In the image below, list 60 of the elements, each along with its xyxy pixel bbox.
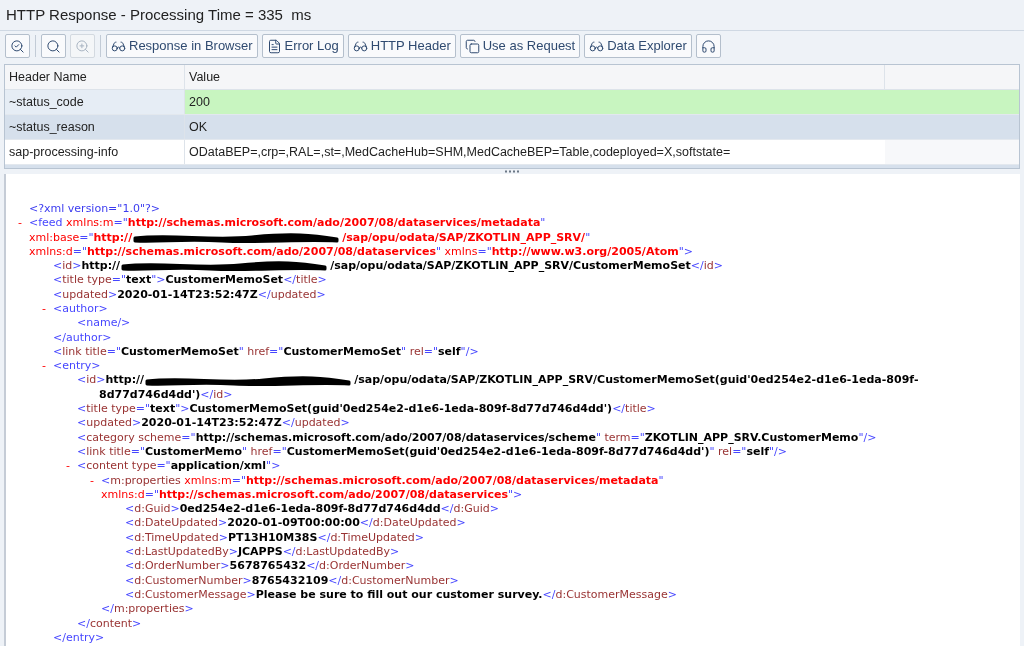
xml-text: <d:OrderNumber>5678765432</d:OrderNumber> xyxy=(125,558,415,575)
search-check-icon xyxy=(10,38,25,54)
headphones-button[interactable] xyxy=(695,34,721,58)
window-title: HTTP Response - Processing Time = 335 ms xyxy=(6,4,312,25)
collapse-toggle[interactable]: - xyxy=(90,473,94,488)
zoom-in-icon xyxy=(75,38,90,54)
table-cell: 200 xyxy=(185,90,885,114)
grip-icon[interactable] xyxy=(504,170,520,173)
xml-text: <id>http:// xyxy=(53,258,121,275)
toolbar-button[interactable]: Response in Browser xyxy=(106,34,258,58)
table-cell: ~status_reason xyxy=(5,115,185,139)
xml-text: <link title="CustomerMemoSet" href="CustomerMemoSet" rel="self"/> xyxy=(53,343,479,360)
xml-text: /sap/opu/odata/SAP/ZKOTLIN_APP_SRV/CustomerMemoSet(guid'0ed254e2-d1e6-1eda-809f- xyxy=(354,372,919,389)
xml-text: <id>http:// xyxy=(77,372,145,389)
xml-text: <entry> xyxy=(53,358,101,375)
column-header[interactable]: Header Name xyxy=(5,65,185,89)
xml-text: </content> xyxy=(77,615,142,632)
toolbar-button[interactable]: Error Log xyxy=(261,34,344,58)
collapse-toggle[interactable]: - xyxy=(66,459,70,474)
xml-text: <d:Guid>0ed254e2-d1e6-1eda-809f-8d77d746d4dd</d:Guid> xyxy=(125,501,499,518)
xml-text: <d:CustomerNumber>8765432109</d:CustomerNumber> xyxy=(125,572,459,589)
xml-text: <d:CustomerMessage>Please be sure to fill out our customer survey.</d:CustomerMessage> xyxy=(125,586,678,603)
search-check-button[interactable] xyxy=(5,34,30,58)
headphones-icon xyxy=(700,38,716,54)
xml-text: <title type="text">CustomerMemoSet(guid'0ed254e2-d1e6-1eda-809f-8d77d746d4dd')</title> xyxy=(77,401,656,418)
xml-text: </entry> xyxy=(53,629,105,646)
xml-text: <name/> xyxy=(77,315,131,332)
xml-text: </author> xyxy=(53,329,112,346)
xml-text: xmlns:d="http://schemas.microsoft.com/ado/2007/08/dataservices" xmlns="http://www.w3.org/2005/Atom"> xyxy=(29,244,693,260)
table-cell: OK xyxy=(185,115,885,139)
toolbar-button[interactable]: Use as Request xyxy=(459,34,581,58)
search-icon xyxy=(46,38,61,54)
xml-text: <d:TimeUpdated>PT13H10M38S</d:TimeUpdated> xyxy=(125,529,425,546)
xml-text: <feed xmlns:m="http://schemas.microsoft.com/ado/2007/08/dataservices/metadata" xyxy=(29,215,546,232)
collapse-toggle[interactable]: - xyxy=(18,216,22,231)
search-button[interactable] xyxy=(41,34,66,58)
xml-text: <author> xyxy=(53,301,108,317)
xml-text: /sap/opu/odata/SAP/ZKOTLIN_APP_SRV/CustomerMemoSet</id> xyxy=(330,258,723,275)
xml-text: /sap/opu/odata/SAP/ZKOTLIN_APP_SRV/" xyxy=(342,229,591,246)
xml-text: <updated>2020-01-14T23:52:47Z</updated> xyxy=(77,415,350,432)
xml-text: <?xml version="1.0"?> xyxy=(29,200,160,217)
xml-text: <content type="application/xml"> xyxy=(77,458,281,475)
xml-text: </m:properties> xyxy=(101,601,194,618)
collapse-toggle[interactable]: - xyxy=(42,359,46,374)
xml-text: <updated>2020-01-14T23:52:47Z</updated> xyxy=(53,286,326,303)
xml-text: 8d77d746d4dd')</id> xyxy=(99,386,233,403)
toolbar-button[interactable]: Data Explorer xyxy=(584,34,692,58)
xml-text: xml:base="http:// xyxy=(29,229,133,246)
xml-text: <d:DateUpdated>2020-01-09T00:00:00</d:DateUpdated> xyxy=(125,515,466,532)
copy-icon xyxy=(464,38,480,54)
xml-text: <category scheme="http://schemas.microsoft.com/ado/2007/08/dataservices/scheme" term="ZKOTLIN_APP_SRV.CustomerMemo"/> xyxy=(77,429,877,446)
xml-text: <title type="text">CustomerMemoSet</title> xyxy=(53,272,327,289)
xml-text: <link title="CustomerMemo" href="CustomerMemoSet(guid'0ed254e2-d1e6-1eda-809f-8d77d746d4dd')" rel="self"/> xyxy=(77,444,787,460)
xml-text: <m:properties xmlns:m="http://schemas.microsoft.com/ado/2007/08/dataservices/metadata" xyxy=(101,472,664,489)
table-cell: ~status_code xyxy=(5,90,185,114)
xml-text: <d:LastUpdatedBy>JCAPPS</d:LastUpdatedBy> xyxy=(125,544,400,561)
xml-text: xmlns:d="http://schemas.microsoft.com/ado/2007/08/dataservices"> xyxy=(101,486,523,503)
collapse-toggle[interactable]: - xyxy=(42,302,46,317)
document-icon xyxy=(266,38,282,54)
toolbar-button[interactable]: HTTP Header xyxy=(347,34,456,58)
